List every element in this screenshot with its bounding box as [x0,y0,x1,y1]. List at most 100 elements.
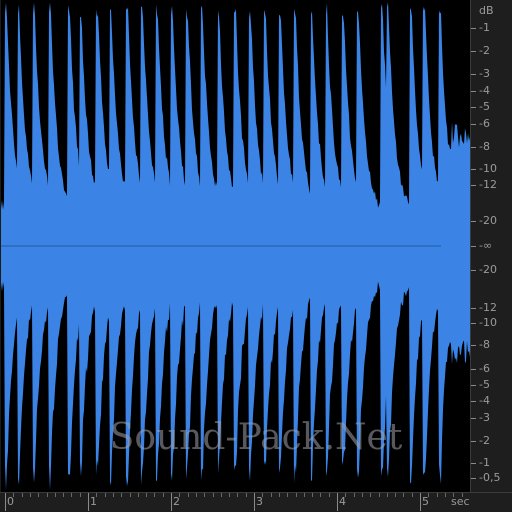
db-tick-mark [471,369,476,370]
db-tick-mark [471,28,476,29]
time-minor-tick [13,493,15,497]
db-tick-label: -5 [479,378,490,391]
db-tick-mark [471,345,476,346]
time-minor-tick [229,493,231,497]
db-tick-label: -4 [479,394,490,407]
time-minor-tick [245,493,247,497]
db-tick-mark [471,463,476,464]
time-tick-mark [171,493,172,511]
audio-editor-view: dB -1 -2 -3 -4 -5 -6 -8 -10 -12 -20 -∞ -20 -12 -10 -8 -6… [0,0,512,512]
time-minor-tick [212,493,214,497]
time-minor-tick [328,493,330,497]
waveform-centerline [1,245,441,247]
db-tick-label: -20 [479,214,497,227]
db-tick-mark [471,308,476,309]
time-minor-tick [29,493,31,497]
db-tick-mark [471,323,476,324]
time-minor-tick [63,493,65,497]
time-minor-tick [262,493,264,497]
time-minor-tick [436,493,438,497]
time-minor-tick [287,493,289,497]
time-minor-tick [112,493,114,497]
db-tick-label: -4 [479,84,490,97]
db-tick-mark [471,107,476,108]
time-minor-tick [187,493,189,497]
db-tick-label: -∞ [479,239,493,252]
db-tick-mark [471,169,476,170]
time-minor-tick [137,493,139,497]
time-tick-mark [88,493,89,511]
time-minor-tick [270,493,272,497]
db-tick-label: -3 [479,411,490,424]
time-minor-tick [444,493,446,497]
time-unit-label: sec [451,495,470,508]
time-minor-tick [370,493,372,497]
db-tick-label: -12 [479,178,497,191]
time-minor-tick [204,493,206,497]
time-minor-tick [312,493,314,497]
time-minor-tick [220,493,222,497]
time-minor-tick [295,493,297,497]
db-tick-mark [471,91,476,92]
db-tick-label: -8 [479,338,490,351]
time-minor-tick [71,493,73,497]
time-minor-tick [154,493,156,497]
time-minor-tick [303,493,305,497]
db-tick-mark [471,401,476,402]
time-scale-ruler: 0 1 2 3 4 5 sec [0,492,512,512]
db-tick-label: -0,5 [479,471,501,484]
db-tick-label: -8 [479,140,490,153]
time-tick-mark [337,493,338,511]
time-minor-tick [79,493,81,497]
time-minor-tick [411,493,413,497]
db-tick-label: -10 [479,316,497,329]
db-tick-mark [471,74,476,75]
db-tick-label: -1 [479,21,490,34]
db-tick-label: -3 [479,67,490,80]
time-minor-tick [146,493,148,497]
db-tick-label: -2 [479,434,490,447]
time-minor-tick [386,493,388,497]
time-minor-tick [38,493,40,497]
time-tick-mark [5,493,6,511]
time-minor-tick [345,493,347,497]
db-scale-ruler: dB -1 -2 -3 -4 -5 -6 -8 -10 -12 -20 -∞ -20 -12 -10 -8 -6… [470,0,512,492]
time-minor-tick [353,493,355,497]
db-tick-mark [471,270,476,271]
time-minor-tick [96,493,98,497]
time-minor-tick [46,493,48,497]
db-tick-mark [471,51,476,52]
time-minor-tick [403,493,405,497]
time-minor-tick [320,493,322,497]
time-minor-tick [237,493,239,497]
time-minor-tick [395,493,397,497]
time-minor-tick [54,493,56,497]
waveform-graph [1,2,470,490]
db-tick-mark [471,385,476,386]
time-minor-tick [179,493,181,497]
db-tick-mark [471,418,476,419]
db-tick-label: -2 [479,44,490,57]
db-tick-mark [471,441,476,442]
time-minor-tick [104,493,106,497]
time-minor-tick [21,493,23,497]
db-tick-mark [471,147,476,148]
time-minor-tick [162,493,164,497]
db-tick-label: -1 [479,456,490,469]
time-minor-tick [278,493,280,497]
waveform-display[interactable] [1,0,470,492]
time-minor-tick [361,493,363,497]
db-unit-label: dB [479,4,494,17]
db-tick-label: -10 [479,162,497,175]
time-minor-tick [129,493,131,497]
db-tick-mark [471,185,476,186]
db-tick-label: -6 [479,117,490,130]
db-tick-mark [471,124,476,125]
time-minor-tick [378,493,380,497]
db-tick-label: -12 [479,301,497,314]
db-tick-label: -20 [479,263,497,276]
time-minor-tick [121,493,123,497]
time-tick-mark [420,493,421,511]
db-tick-mark [471,221,476,222]
db-tick-mark [471,246,476,247]
